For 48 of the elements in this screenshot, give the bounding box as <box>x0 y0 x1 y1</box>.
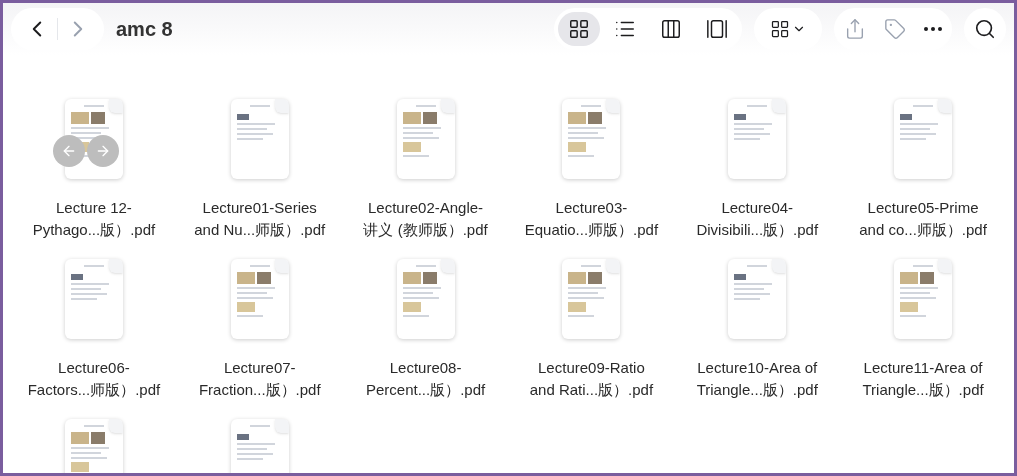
document-thumbnail[interactable] <box>562 259 621 339</box>
file-name: and Rati...版）.pdf <box>529 380 654 400</box>
file-name: Lecture11-Area of <box>863 358 983 378</box>
file-name: Lecture04- <box>721 198 794 218</box>
more-icon <box>924 27 942 31</box>
file-name: Lecture05-Prime <box>867 198 979 218</box>
file-name: Lecture 12- <box>55 198 132 218</box>
file-name: Percent...版）.pdf <box>365 380 486 400</box>
document-thumbnail[interactable] <box>562 99 621 179</box>
tag-button[interactable] <box>884 18 906 40</box>
file-name: Lecture03- <box>555 198 628 218</box>
document-thumbnail[interactable] <box>894 99 953 179</box>
gallery-view-icon <box>706 18 728 40</box>
folder-title: amc 8 <box>116 17 173 42</box>
file-name: Divisibili...版）.pdf <box>696 220 819 240</box>
file-name: Factors...师版）.pdf <box>27 380 161 400</box>
grid-icon <box>770 19 790 39</box>
file-name: Lecture01-Series <box>202 198 317 218</box>
document-thumbnail[interactable] <box>230 99 289 179</box>
file-name: Triangle...版）.pdf <box>862 380 984 400</box>
file-name: Lecture10-Area of <box>697 358 818 378</box>
document-thumbnail[interactable] <box>230 259 289 339</box>
file-name: 讲义 (教师版）.pdf <box>363 220 488 240</box>
file-name: Lecture07- <box>223 358 296 378</box>
tag-icon <box>884 18 906 40</box>
file-name: and co...师版）.pdf <box>859 220 987 240</box>
search-icon <box>974 18 996 40</box>
document-thumbnail[interactable] <box>728 99 787 179</box>
file-name: and Nu...师版）.pdf <box>194 220 326 240</box>
file-name: Lecture06- <box>58 358 130 378</box>
file-name: Fraction...版）.pdf <box>198 380 321 400</box>
more-button[interactable] <box>924 27 942 31</box>
document-thumbnail[interactable] <box>728 259 787 339</box>
file-name: Triangle...版）.pdf <box>696 380 818 400</box>
document-thumbnail[interactable] <box>894 259 953 339</box>
file-name: Lecture09-Ratio <box>538 358 645 378</box>
document-thumbnail[interactable] <box>64 259 123 339</box>
file-name: Lecture08- <box>389 358 462 378</box>
document-thumbnail[interactable] <box>396 99 455 179</box>
grid-view-icon <box>568 18 590 40</box>
document-thumbnail[interactable] <box>396 259 455 339</box>
share-button[interactable] <box>844 18 866 40</box>
share-icon <box>844 18 866 40</box>
file-name: Pythago...版）.pdf <box>32 220 156 240</box>
file-name: Lecture02-Angle- <box>368 198 484 218</box>
columns-view-icon <box>660 18 682 40</box>
file-name: Equatio...师版）.pdf <box>524 220 659 240</box>
view-mode-button[interactable] <box>558 12 600 46</box>
